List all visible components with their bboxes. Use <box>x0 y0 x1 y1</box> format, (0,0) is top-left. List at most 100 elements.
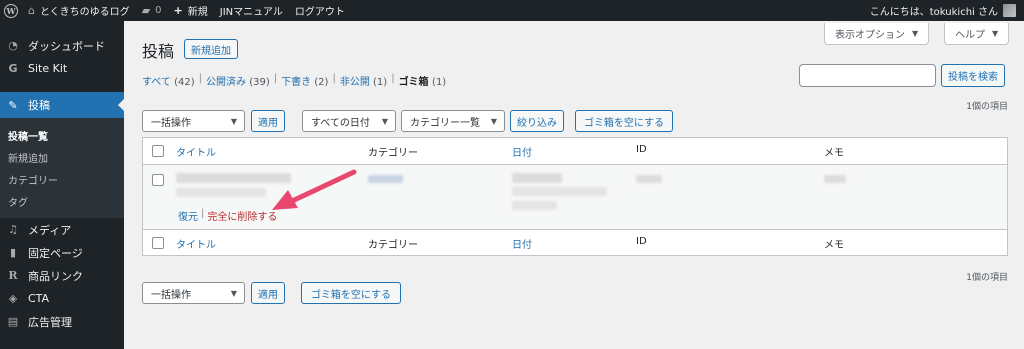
column-title-header[interactable]: タイトル <box>176 144 216 159</box>
menu-product-link[interactable]: R 商品リンク <box>0 264 124 287</box>
select-all-checkbox[interactable] <box>152 145 164 157</box>
items-count-top: 1個の項目 <box>966 102 1008 112</box>
column-id-header: ID <box>636 144 647 155</box>
admin-bar: W ⌂ とくきちのゆるログ ▰ 0 + 新規 JINマニュアル ログアウト こん… <box>0 0 1024 21</box>
column-date-header[interactable]: 日付 <box>512 144 532 159</box>
ad-icon: ▤ <box>7 315 19 328</box>
add-new-post-button[interactable]: 新規追加 <box>184 39 238 59</box>
submenu-categories[interactable]: カテゴリー <box>0 168 124 190</box>
menu-media[interactable]: ♫ メディア <box>0 218 124 241</box>
my-account-link[interactable]: こんにちは、tokukichi さん <box>864 0 1024 21</box>
column-memo-footer: メモ <box>824 240 844 251</box>
search-input[interactable] <box>799 64 936 87</box>
posts-icon: ✎ <box>8 98 18 112</box>
menu-ad-management[interactable]: ▤ 広告管理 <box>0 310 124 333</box>
filter-all[interactable]: すべて (42) <box>142 73 195 88</box>
greeting-text: こんにちは、tokukichi さん <box>869 7 998 18</box>
blurred-category <box>368 175 403 183</box>
column-date-footer[interactable]: 日付 <box>512 236 532 251</box>
plus-icon: + <box>173 4 183 17</box>
chevron-down-icon: ▼ <box>230 117 237 126</box>
category-filter-select[interactable]: カテゴリー一覧 ▼ <box>401 110 505 132</box>
jin-manual-link[interactable]: JINマニュアル <box>214 0 289 21</box>
menu-label: 投稿 <box>28 99 50 112</box>
comment-bubble-icon: ▰ <box>141 4 151 17</box>
caret-down-icon: ▼ <box>912 29 919 38</box>
empty-trash-button-bottom[interactable]: ゴミ箱を空にする <box>301 282 401 304</box>
row-checkbox[interactable] <box>152 174 164 186</box>
blurred-date <box>512 173 562 183</box>
search-posts-button[interactable]: 投稿を検索 <box>941 64 1005 87</box>
dashboard-icon: ◔ <box>8 39 18 52</box>
chevron-down-icon: ▼ <box>490 117 497 126</box>
avatar <box>1003 4 1016 17</box>
bulk-action-select[interactable]: 一括操作 ▼ <box>142 110 245 132</box>
menu-label: 広告管理 <box>28 315 72 329</box>
filter-button[interactable]: 絞り込み <box>510 110 564 132</box>
menu-dashboard[interactable]: ◔ ダッシュボード <box>0 34 124 57</box>
comments-count: 0 <box>155 5 162 16</box>
bulk-action-select-bottom[interactable]: 一括操作 ▼ <box>142 282 245 304</box>
product-link-icon: R <box>8 269 18 282</box>
delete-permanently-link[interactable]: 完全に削除する <box>207 208 277 223</box>
chevron-down-icon: ▼ <box>230 289 237 298</box>
help-label: ヘルプ <box>955 30 985 41</box>
row-actions: 復元 | 完全に削除する <box>178 208 278 223</box>
bulk-action-value: 一括操作 <box>151 289 191 301</box>
column-memo-header: メモ <box>824 148 844 159</box>
pages-icon: ▮ <box>9 246 17 259</box>
site-name-link[interactable]: ⌂ とくきちのゆるログ <box>22 0 136 21</box>
annotation-arrow-icon <box>272 169 357 210</box>
new-content-link[interactable]: + 新規 <box>168 0 214 21</box>
home-icon: ⌂ <box>28 4 35 17</box>
filter-trash[interactable]: ゴミ箱 (1) <box>399 73 447 88</box>
menu-label: CTA <box>28 292 50 305</box>
select-all-checkbox-footer[interactable] <box>152 237 164 249</box>
restore-link[interactable]: 復元 <box>178 208 198 223</box>
filter-draft[interactable]: 下書き (2) <box>281 73 328 88</box>
screen-options-label: 表示オプション <box>835 30 905 41</box>
menu-pages[interactable]: ▮ 固定ページ <box>0 241 124 264</box>
column-id-footer: ID <box>636 236 647 247</box>
menu-label: Site Kit <box>28 62 68 75</box>
filter-private[interactable]: 非公開 (1) <box>340 73 387 88</box>
submenu-tags[interactable]: タグ <box>0 190 124 212</box>
menu-posts[interactable]: ✎ 投稿 <box>0 92 124 118</box>
menu-label: メディア <box>28 223 72 237</box>
menu-sitekit[interactable]: G Site Kit <box>0 57 124 80</box>
column-category-header: カテゴリー <box>368 148 418 159</box>
items-count-bottom: 1個の項目 <box>966 273 1008 283</box>
bulk-action-value: 一括操作 <box>151 117 191 129</box>
apply-button-bottom[interactable]: 適用 <box>251 282 285 304</box>
column-title-footer[interactable]: タイトル <box>176 236 216 251</box>
empty-trash-button-top[interactable]: ゴミ箱を空にする <box>575 110 673 132</box>
apply-button[interactable]: 適用 <box>251 110 285 132</box>
media-icon: ♫ <box>8 223 18 236</box>
screen-options-button[interactable]: 表示オプション ▼ <box>824 23 930 45</box>
date-filter-select[interactable]: すべての日付 ▼ <box>302 110 396 132</box>
table-footer: タイトル カテゴリー 日付 ID メモ <box>143 229 1007 255</box>
date-filter-value: すべての日付 <box>311 117 370 129</box>
menu-cta[interactable]: ◈ CTA <box>0 287 124 310</box>
comments-link[interactable]: ▰ 0 <box>136 0 168 21</box>
menu-label: 商品リンク <box>28 269 83 283</box>
admin-sidebar: ◔ ダッシュボード G Site Kit ✎ 投稿 投稿一覧 新規追加 カテゴリ… <box>0 21 124 349</box>
blurred-memo <box>824 175 846 183</box>
help-button[interactable]: ヘルプ ▼ <box>944 23 1010 45</box>
blurred-post-title <box>176 188 266 197</box>
table-header: タイトル カテゴリー 日付 ID メモ <box>143 138 1007 165</box>
cta-icon: ◈ <box>8 292 18 305</box>
menu-label: ダッシュボード <box>28 39 105 53</box>
blurred-date <box>512 201 557 210</box>
caret-down-icon: ▼ <box>992 29 999 38</box>
sitekit-icon: G <box>8 62 18 75</box>
submenu-all-posts[interactable]: 投稿一覧 <box>0 124 124 146</box>
wordpress-logo-icon[interactable]: W <box>0 0 22 21</box>
logout-link[interactable]: ログアウト <box>289 0 351 21</box>
filter-published[interactable]: 公開済み (39) <box>206 73 270 88</box>
posts-submenu: 投稿一覧 新規追加 カテゴリー タグ <box>0 118 124 218</box>
site-name-label: とくきちのゆるログ <box>39 7 130 18</box>
menu-label: 固定ページ <box>28 246 83 260</box>
status-filter-links: すべて (42) | 公開済み (39) | 下書き (2) | 非公開 (1)… <box>142 73 447 88</box>
submenu-add-new[interactable]: 新規追加 <box>0 146 124 168</box>
